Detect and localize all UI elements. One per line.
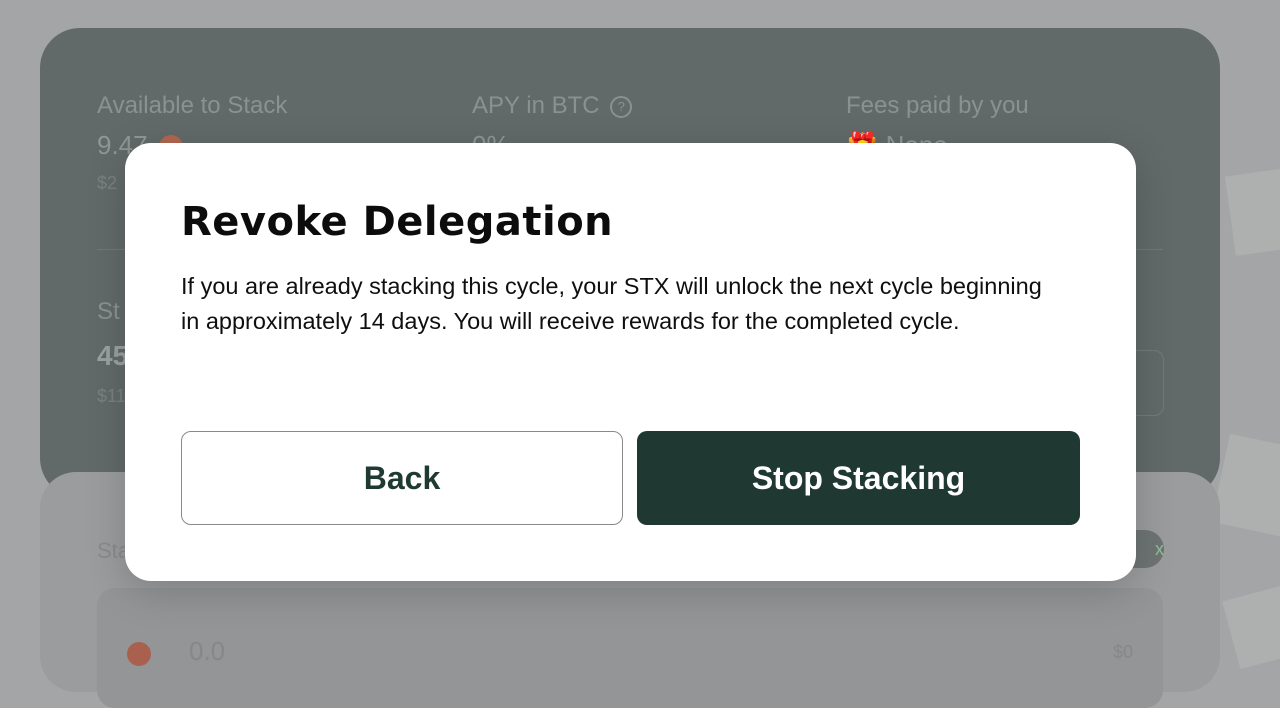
revoke-delegation-dialog: Revoke Delegation If you are already sta…	[125, 143, 1136, 581]
stat-label: APY in BTC ?	[472, 92, 633, 120]
amount-input-box: 0.0 $0	[97, 588, 1163, 708]
dialog-title: Revoke Delegation	[181, 199, 614, 245]
stx-coin-icon	[127, 642, 151, 666]
decorative-shape	[1222, 580, 1280, 670]
stat-label: Available to Stack	[97, 92, 288, 119]
amount-input: 0.0	[189, 636, 226, 666]
stacked-stat: St 45 $11	[97, 298, 128, 407]
stacked-usd: $11	[97, 386, 126, 406]
decorative-shape	[1224, 164, 1280, 256]
decorative-shape	[1211, 433, 1280, 537]
back-button[interactable]: Back	[181, 431, 623, 525]
apy-label: APY in BTC	[472, 92, 600, 119]
stacked-amount: 45	[97, 340, 129, 371]
stop-stacking-button[interactable]: Stop Stacking	[637, 431, 1080, 525]
dialog-body: If you are already stacking this cycle, …	[181, 273, 1042, 334]
stat-label: St	[97, 298, 120, 325]
help-icon[interactable]: ?	[610, 95, 633, 118]
amount-usd: $0	[1112, 642, 1133, 662]
stat-label: Fees paid by you	[846, 92, 1029, 119]
